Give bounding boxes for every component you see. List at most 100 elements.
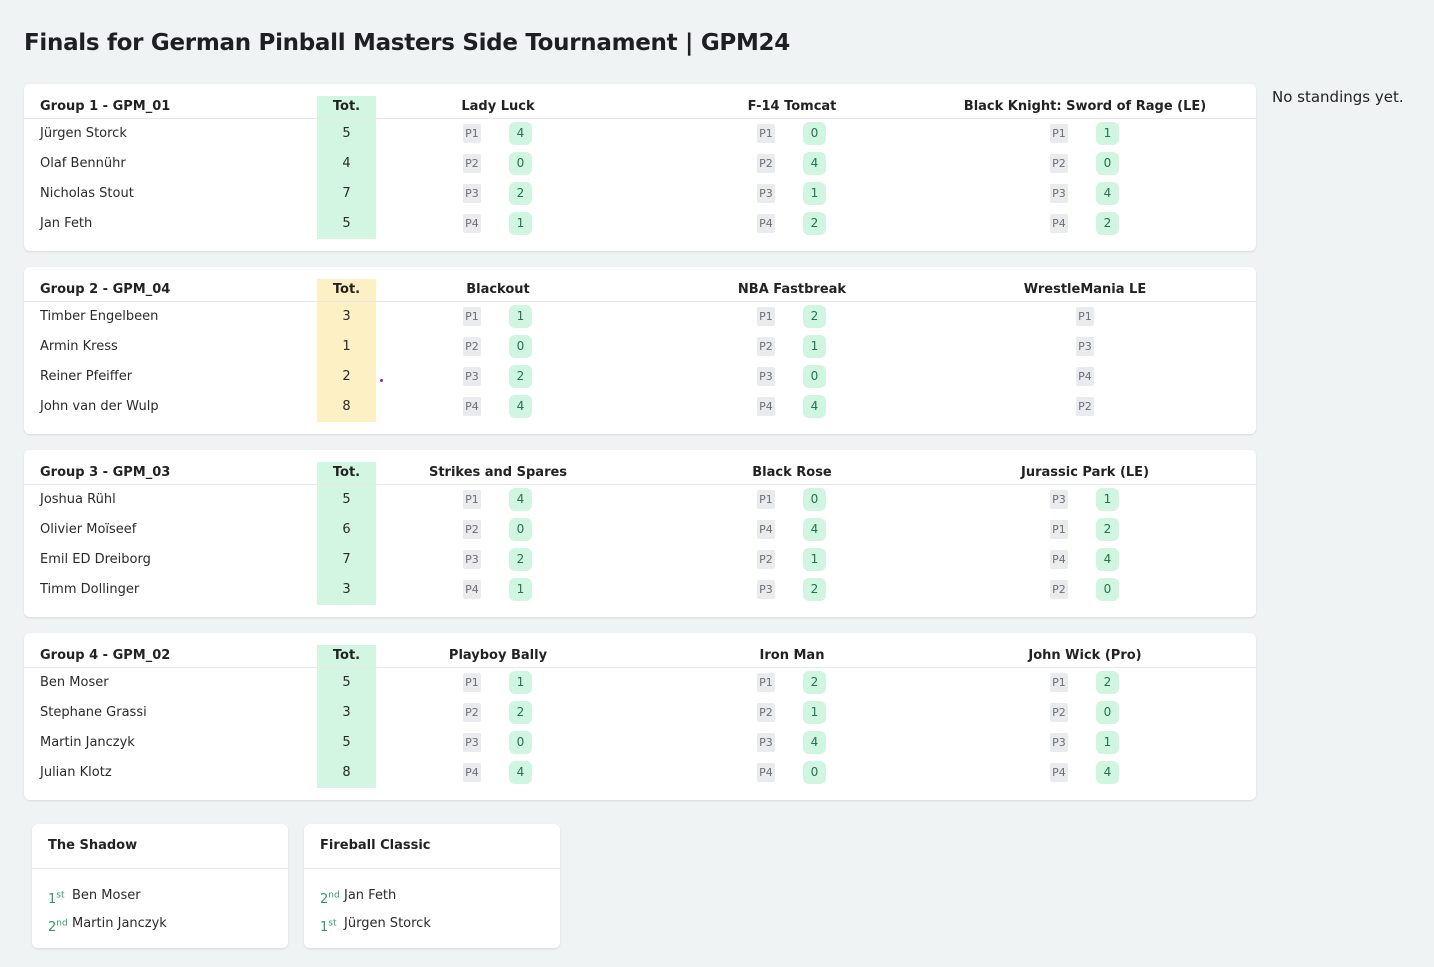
- position-badge: P2: [757, 337, 775, 356]
- points-badge: 0: [509, 518, 532, 541]
- player-name: Timm Dollinger: [40, 582, 140, 597]
- points-badge: 0: [1096, 152, 1119, 175]
- place-label: 2nd: [48, 919, 68, 935]
- points-badge: 4: [803, 395, 826, 418]
- player-name: John van der Wulp: [40, 399, 159, 414]
- player-name: Ben Moser: [40, 675, 109, 690]
- points-badge: 1: [1096, 122, 1119, 145]
- points-badge: 4: [1096, 548, 1119, 571]
- place-suffix: nd: [328, 891, 340, 901]
- group-card: Tot. Group 3 - GPM_03 Strikes and Spares Bl…: [24, 450, 1256, 617]
- page-title: Finals for German Pinball Masters Side T…: [24, 30, 790, 56]
- player-name: Nicholas Stout: [40, 186, 134, 201]
- points-badge: 1: [803, 335, 826, 358]
- position-badge: P3: [463, 367, 481, 386]
- player-name: Julian Klotz: [40, 765, 112, 780]
- points-badge: 4: [509, 122, 532, 145]
- group-card: Tot. Group 1 - GPM_01 Lady Luck F-14 Tomcat…: [24, 84, 1256, 251]
- player-name: Olaf Bennühr: [40, 156, 126, 171]
- position-badge: P1: [463, 307, 481, 326]
- player-name: Joshua Rühl: [40, 492, 116, 507]
- game-header: NBA Fastbreak: [737, 282, 847, 297]
- position-badge: P1: [1050, 124, 1068, 143]
- player-total: 1: [342, 339, 351, 354]
- position-badge: P4: [1050, 550, 1068, 569]
- position-badge: P2: [463, 337, 481, 356]
- place-label: 2nd: [320, 891, 340, 907]
- position-badge: P1: [463, 124, 481, 143]
- position-badge: P3: [757, 733, 775, 752]
- position-badge: P2: [1076, 397, 1094, 416]
- cursor-dot: [380, 379, 383, 382]
- points-badge: 2: [803, 305, 826, 328]
- game-header: Strikes and Spares: [428, 465, 568, 480]
- points-badge: 2: [803, 212, 826, 235]
- final-game-card: Fireball Classic 2nd Jan Feth 1st Jürgen Sto…: [304, 824, 560, 948]
- final-entry: 2nd Jan Feth: [320, 888, 396, 908]
- position-badge: P4: [1076, 367, 1094, 386]
- points-badge: 4: [509, 395, 532, 418]
- game-header: Black Rose: [752, 465, 832, 480]
- position-badge: P1: [1050, 520, 1068, 539]
- points-badge: 0: [509, 335, 532, 358]
- place-suffix: st: [328, 919, 337, 929]
- player-total: 2: [342, 369, 351, 384]
- position-badge: P3: [1050, 490, 1068, 509]
- position-badge: P2: [463, 154, 481, 173]
- points-badge: 2: [1096, 518, 1119, 541]
- player-name: Olivier Moïseef: [40, 522, 137, 537]
- points-badge: 0: [803, 365, 826, 388]
- position-badge: P4: [1050, 763, 1068, 782]
- game-header: Iron Man: [759, 648, 825, 663]
- player-total: 5: [342, 492, 351, 507]
- points-badge: 1: [509, 305, 532, 328]
- points-badge: 1: [509, 578, 532, 601]
- points-badge: 0: [509, 152, 532, 175]
- game-header: Jurassic Park (LE): [1020, 465, 1150, 480]
- place-suffix: nd: [56, 919, 68, 929]
- position-badge: P2: [757, 154, 775, 173]
- final-player-name: Martin Janczyk: [72, 916, 167, 931]
- points-badge: 4: [803, 518, 826, 541]
- position-badge: P3: [1050, 184, 1068, 203]
- group-title: Group 4 - GPM_02: [40, 648, 171, 663]
- position-badge: P2: [1050, 580, 1068, 599]
- final-player-name: Ben Moser: [72, 888, 141, 903]
- position-badge: P3: [463, 733, 481, 752]
- points-badge: 4: [803, 152, 826, 175]
- position-badge: P3: [757, 580, 775, 599]
- final-entry: 1st Ben Moser: [48, 888, 141, 908]
- position-badge: P4: [757, 763, 775, 782]
- position-badge: P3: [463, 184, 481, 203]
- position-badge: P2: [1050, 154, 1068, 173]
- points-badge: 1: [509, 212, 532, 235]
- position-badge: P4: [463, 397, 481, 416]
- points-badge: 1: [803, 701, 826, 724]
- group-card: Tot. Group 4 - GPM_02 Playboy Bally Iron Ma…: [24, 633, 1256, 800]
- position-badge: P2: [1050, 703, 1068, 722]
- header-divider: [24, 667, 1256, 668]
- game-header: WrestleMania LE: [1023, 282, 1147, 297]
- points-badge: 0: [509, 731, 532, 754]
- final-entry: 1st Jürgen Storck: [320, 916, 431, 936]
- position-badge: P4: [463, 763, 481, 782]
- final-game-title: The Shadow: [48, 838, 138, 853]
- position-badge: P4: [757, 520, 775, 539]
- player-total: 7: [342, 552, 351, 567]
- player-name: Emil ED Dreiborg: [40, 552, 151, 567]
- position-badge: P2: [757, 703, 775, 722]
- game-header: John Wick (Pro): [1028, 648, 1142, 663]
- final-game-title: Fireball Classic: [320, 838, 431, 853]
- position-badge: P1: [463, 490, 481, 509]
- points-badge: 2: [1096, 212, 1119, 235]
- points-badge: 0: [803, 488, 826, 511]
- points-badge: 0: [803, 122, 826, 145]
- position-badge: P1: [1050, 673, 1068, 692]
- game-header: F-14 Tomcat: [747, 99, 837, 114]
- points-badge: 4: [1096, 761, 1119, 784]
- group-title: Group 1 - GPM_01: [40, 99, 171, 114]
- points-badge: 4: [509, 488, 532, 511]
- player-name: Jan Feth: [40, 216, 93, 231]
- points-badge: 2: [509, 548, 532, 571]
- final-game-card: The Shadow 1st Ben Moser 2nd Martin Janczyk: [32, 824, 288, 948]
